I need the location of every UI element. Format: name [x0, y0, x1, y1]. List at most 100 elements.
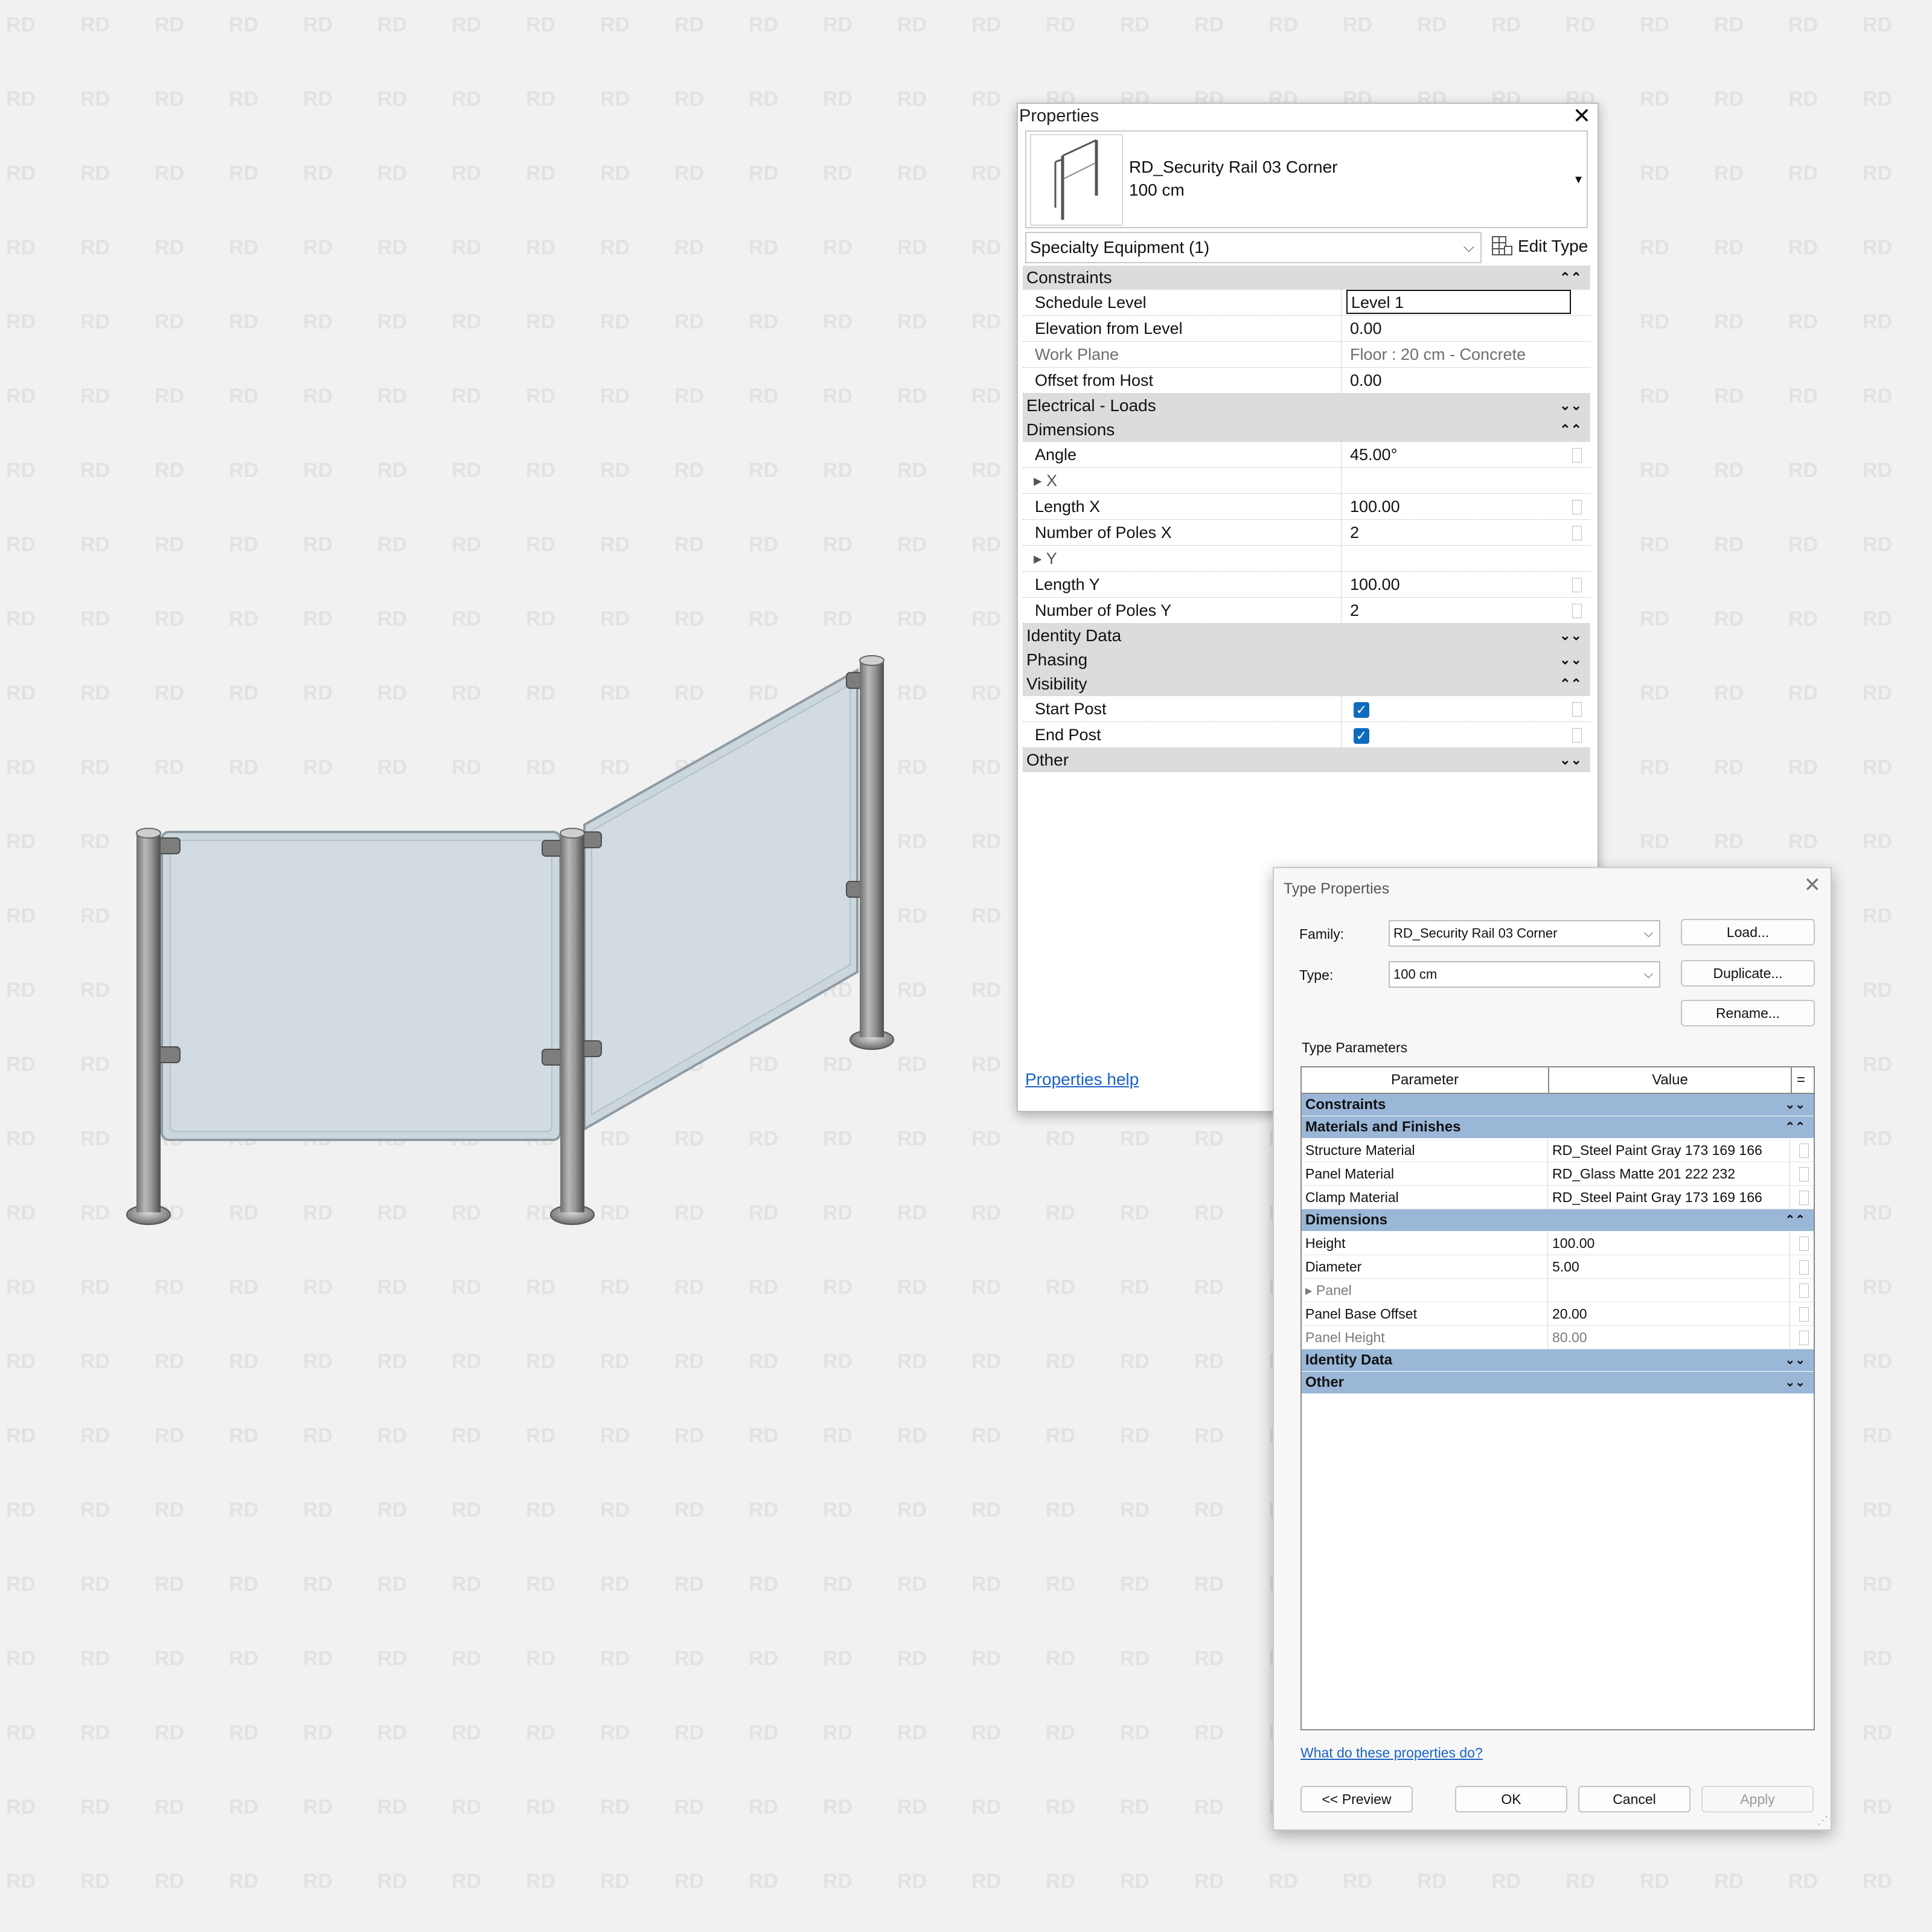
property-value[interactable]: 0.00	[1346, 368, 1571, 393]
parameter-value[interactable]: 5.00	[1549, 1255, 1790, 1278]
category-header[interactable]: Electrical - Loads ⌄⌄	[1023, 394, 1590, 418]
properties-help-link[interactable]: Properties help	[1025, 1070, 1139, 1089]
edit-type-button[interactable]: Edit Type	[1488, 232, 1591, 261]
collapse-icon[interactable]: ⌄⌄	[1785, 1094, 1805, 1116]
associate-parameter-button[interactable]	[1799, 1144, 1809, 1158]
watermark-text: RD	[1120, 1573, 1150, 1596]
collapse-icon[interactable]: ⌃⌃	[1559, 672, 1582, 696]
category-header[interactable]: Constraints ⌃⌃	[1023, 266, 1590, 290]
category-header[interactable]: Visibility ⌃⌃	[1023, 672, 1590, 696]
rename-button[interactable]: Rename...	[1681, 1000, 1815, 1026]
type-selector[interactable]: RD_Security Rail 03 Corner 100 cm ▾	[1025, 130, 1588, 228]
type-dropdown[interactable]: 100 cm ⌵	[1389, 961, 1660, 988]
property-value[interactable]: 2	[1346, 598, 1571, 623]
table-row: Panel Height 80.00	[1302, 1326, 1814, 1349]
resize-grip-icon[interactable]: ⋰	[1817, 1814, 1828, 1827]
property-row: Work Plane Floor : 20 cm - Concrete	[1023, 342, 1590, 368]
collapse-icon[interactable]: ⌃⌃	[1559, 418, 1582, 442]
associate-parameter-button[interactable]	[1799, 1260, 1809, 1275]
close-icon[interactable]: ✕	[1804, 873, 1822, 897]
watermark-text: RD	[1863, 607, 1892, 630]
watermark-text: RD	[1788, 607, 1818, 630]
collapse-icon[interactable]: ⌃⌃	[1559, 266, 1582, 290]
watermark-text: RD	[1863, 1350, 1892, 1373]
parameter-value[interactable]: RD_Steel Paint Gray 173 169 166	[1549, 1186, 1790, 1209]
associate-parameter-button[interactable]	[1572, 500, 1582, 514]
property-value[interactable]	[1346, 468, 1571, 493]
category-header[interactable]: Phasing ⌄⌄	[1023, 648, 1590, 672]
category-header[interactable]: Dimensions ⌃⌃	[1023, 418, 1590, 442]
associate-parameter-button[interactable]	[1799, 1307, 1809, 1322]
property-value[interactable]: 2	[1346, 520, 1571, 545]
associate-parameter-button[interactable]	[1572, 702, 1582, 717]
category-filter-dropdown[interactable]: Specialty Equipment (1) ⌵	[1025, 232, 1482, 263]
property-value[interactable]	[1346, 546, 1571, 571]
associate-parameter-button[interactable]	[1572, 448, 1582, 462]
type-category-header[interactable]: Other ⌄⌄	[1302, 1372, 1814, 1394]
type-category-header[interactable]: Materials and Finishes ⌃⌃	[1302, 1116, 1814, 1139]
associate-parameter-button[interactable]	[1572, 604, 1582, 618]
watermark-text: RD	[1863, 1499, 1892, 1521]
watermark-text: RD	[1788, 13, 1818, 36]
category-header[interactable]: Other ⌄⌄	[1023, 748, 1590, 772]
associate-parameter-button[interactable]	[1572, 526, 1582, 540]
col-parameter-header[interactable]: Parameter	[1302, 1067, 1549, 1093]
checkbox-checked-icon[interactable]: ✓	[1354, 728, 1369, 744]
family-dropdown[interactable]: RD_Security Rail 03 Corner ⌵	[1389, 920, 1660, 947]
close-icon[interactable]: ✕	[1570, 104, 1594, 128]
watermark-text: RD	[1046, 1870, 1075, 1893]
parameter-name: Panel Base Offset	[1302, 1302, 1548, 1325]
type-label: Type:	[1299, 967, 1334, 983]
collapse-icon[interactable]: ⌃⌃	[1785, 1116, 1805, 1138]
associate-parameter-button[interactable]	[1799, 1331, 1809, 1345]
properties-info-link[interactable]: What do these properties do?	[1300, 1745, 1483, 1761]
property-value[interactable]: 0.00	[1346, 316, 1571, 341]
preview-button[interactable]: << Preview	[1300, 1786, 1413, 1812]
watermark-text: RD	[971, 1276, 1001, 1299]
load-button[interactable]: Load...	[1681, 919, 1815, 945]
associate-parameter-button[interactable]	[1799, 1167, 1809, 1182]
collapse-icon[interactable]: ⌄⌄	[1559, 624, 1582, 648]
parameter-name: Height	[1302, 1232, 1548, 1255]
type-name: 100 cm	[1129, 181, 1185, 199]
chevron-down-icon: ⌵	[1463, 239, 1474, 255]
parameter-value[interactable]: RD_Glass Matte 201 222 232	[1549, 1162, 1790, 1185]
collapse-icon[interactable]: ⌄⌄	[1559, 748, 1582, 772]
collapse-icon[interactable]: ⌄⌄	[1785, 1349, 1805, 1371]
family-label: Family:	[1299, 926, 1345, 942]
chevron-down-icon[interactable]: ▾	[1575, 171, 1582, 187]
property-value[interactable]: 100.00	[1346, 572, 1571, 597]
collapse-icon[interactable]: ⌄⌄	[1559, 394, 1582, 418]
collapse-icon[interactable]: ⌃⌃	[1785, 1209, 1805, 1231]
collapse-icon[interactable]: ⌄⌄	[1559, 648, 1582, 672]
type-category-header[interactable]: Dimensions ⌃⌃	[1302, 1209, 1814, 1232]
property-value[interactable]: 100.00	[1346, 494, 1571, 519]
category-label: Constraints	[1026, 268, 1112, 287]
checkbox-checked-icon[interactable]: ✓	[1354, 702, 1369, 718]
associate-parameter-button[interactable]	[1572, 578, 1582, 592]
associate-parameter-button[interactable]	[1799, 1284, 1809, 1298]
collapse-icon[interactable]: ⌄⌄	[1785, 1372, 1805, 1393]
associate-parameter-button[interactable]	[1799, 1236, 1809, 1251]
associate-parameter-button[interactable]	[1799, 1191, 1809, 1205]
property-value[interactable]: Level 1	[1346, 290, 1571, 314]
category-header[interactable]: Identity Data ⌄⌄	[1023, 624, 1590, 648]
type-parameters-label: Type Parameters	[1302, 1040, 1408, 1055]
apply-button[interactable]: Apply	[1701, 1786, 1814, 1812]
parameter-value[interactable]: RD_Steel Paint Gray 173 169 166	[1549, 1139, 1790, 1162]
table-row: ▸ Panel	[1302, 1279, 1814, 1302]
property-value[interactable]: 45.00°	[1346, 442, 1571, 467]
col-value-header[interactable]: Value	[1549, 1067, 1792, 1093]
type-category-header[interactable]: Identity Data ⌄⌄	[1302, 1349, 1814, 1372]
duplicate-button[interactable]: Duplicate...	[1681, 960, 1815, 987]
parameter-value[interactable]: 20.00	[1549, 1302, 1790, 1325]
watermark-text: RD	[1714, 88, 1744, 110]
associate-parameter-button[interactable]	[1572, 728, 1582, 743]
ok-button[interactable]: OK	[1455, 1786, 1567, 1812]
instance-properties-grid: Constraints ⌃⌃ Schedule Level Level 1 Elevat…	[1023, 266, 1590, 772]
cancel-button[interactable]: Cancel	[1578, 1786, 1690, 1812]
watermark-text: RD	[1714, 310, 1744, 333]
type-category-header[interactable]: Constraints ⌄⌄	[1302, 1094, 1814, 1116]
col-formula-header[interactable]: =	[1792, 1067, 1810, 1093]
parameter-value[interactable]: 100.00	[1549, 1232, 1790, 1255]
